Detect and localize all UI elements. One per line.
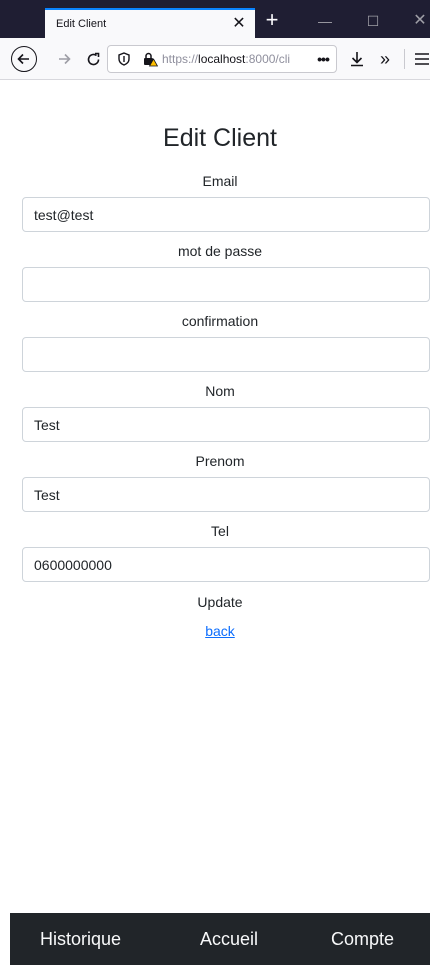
- tab-close-icon[interactable]: ✕: [227, 9, 251, 39]
- url-bar[interactable]: https://localhost:8000/cli •••: [107, 45, 337, 73]
- password-label: mot de passe: [177, 243, 263, 259]
- window-close-icon[interactable]: ✕: [400, 6, 430, 36]
- url-prefix: https://: [162, 52, 199, 66]
- bottom-nav: Historique Accueil Compte: [10, 913, 430, 965]
- download-icon[interactable]: [345, 47, 369, 71]
- page-actions-icon[interactable]: •••: [310, 51, 336, 67]
- password-field[interactable]: [22, 267, 430, 302]
- new-tab-icon[interactable]: +: [259, 6, 285, 36]
- overflow-chevron-icon[interactable]: »: [373, 47, 397, 71]
- nom-label: Nom: [205, 383, 235, 399]
- page-title: Edit Client: [163, 124, 277, 152]
- url-path: :8000/cli: [245, 52, 291, 66]
- minimize-icon[interactable]: —: [305, 6, 345, 36]
- toolbar-divider: [404, 49, 405, 69]
- tel-label: Tel: [211, 523, 229, 539]
- tel-field[interactable]: [22, 547, 430, 582]
- url-host: localhost: [198, 52, 246, 66]
- back-link[interactable]: back: [10, 623, 430, 639]
- nom-field[interactable]: [22, 407, 430, 442]
- bottom-nav-accueil[interactable]: Accueil: [200, 929, 258, 950]
- bottom-nav-historique[interactable]: Historique: [40, 929, 121, 950]
- email-label: Email: [202, 173, 238, 189]
- url-text[interactable]: https://localhost:8000/cli: [162, 52, 310, 66]
- forward-arrow-icon[interactable]: [52, 47, 76, 71]
- tab-title: Edit Client: [56, 18, 107, 30]
- reload-icon[interactable]: [81, 47, 105, 71]
- insecure-lock-icon[interactable]: [140, 51, 160, 67]
- tracking-shield-icon[interactable]: [114, 52, 134, 66]
- prenom-field[interactable]: [22, 477, 430, 512]
- update-button[interactable]: Update: [10, 594, 430, 610]
- email-field[interactable]: [22, 197, 430, 232]
- back-arrow-icon[interactable]: [11, 46, 37, 72]
- maximize-icon[interactable]: ☐: [353, 6, 393, 36]
- page-viewport: Edit Client Email mot de passe confirmat…: [10, 80, 430, 965]
- confirmation-label: confirmation: [181, 313, 259, 329]
- browser-navbar: https://localhost:8000/cli ••• »: [0, 38, 430, 80]
- hamburger-menu-icon[interactable]: [410, 47, 430, 71]
- bottom-nav-compte[interactable]: Compte: [331, 929, 394, 950]
- confirmation-field[interactable]: [22, 337, 430, 372]
- browser-tab[interactable]: Edit Client ✕: [45, 8, 255, 38]
- prenom-label: Prenom: [195, 453, 245, 469]
- browser-tabstrip: Edit Client ✕ + — ☐ ✕: [0, 0, 430, 38]
